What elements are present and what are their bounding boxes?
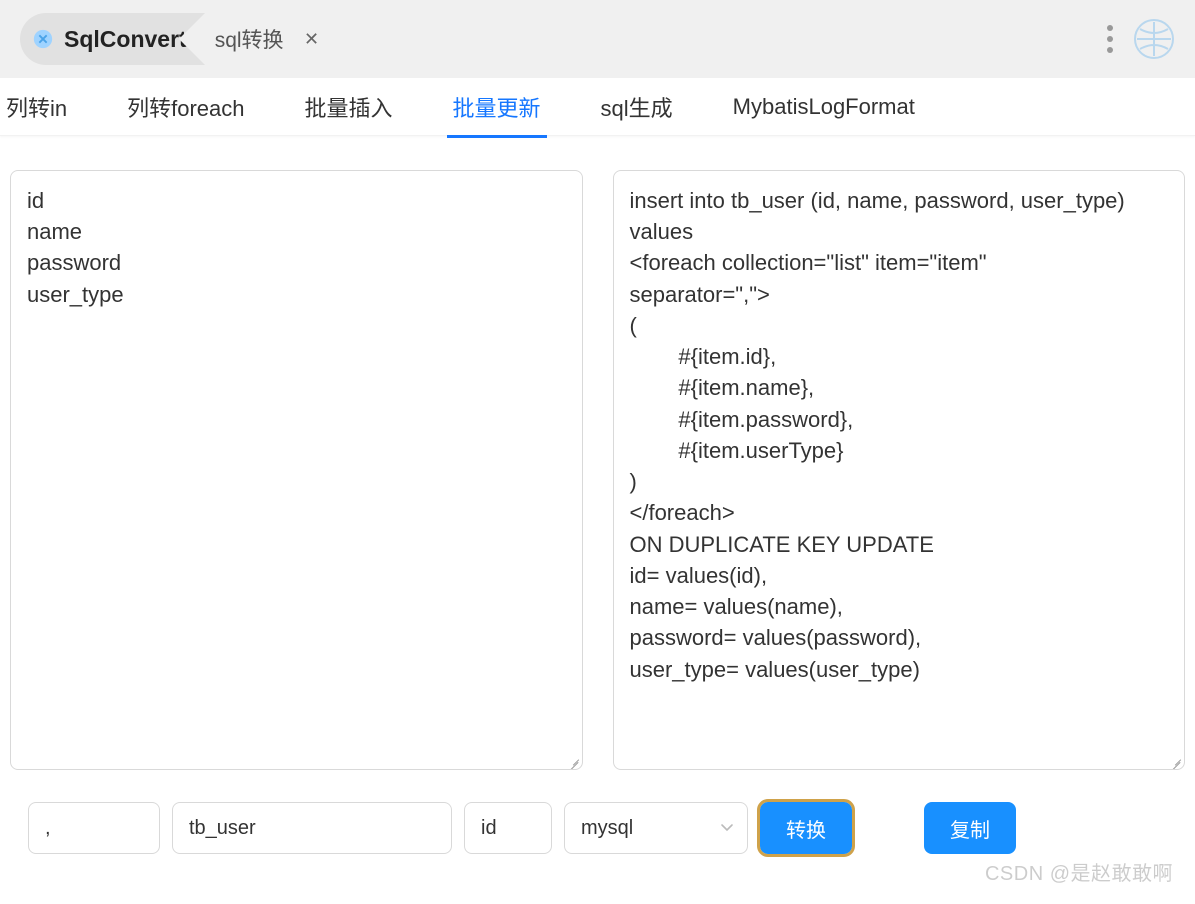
output-panel[interactable]: insert into tb_user (id, name, password,… xyxy=(613,170,1186,770)
content-area: id name password user_type insert into t… xyxy=(0,136,1195,790)
header-bar: SqlConvert sql转换 ✕ xyxy=(0,0,1195,78)
app-name: SqlConvert xyxy=(64,26,187,53)
tab-label: sql转换 xyxy=(215,24,284,54)
id-column-input[interactable] xyxy=(464,802,552,854)
close-icon[interactable]: ✕ xyxy=(298,25,326,53)
tab-col-to-foreach[interactable]: 列转foreach xyxy=(121,77,250,137)
convert-button[interactable]: 转换 xyxy=(760,802,852,854)
controls-bar: 转换 复制 xyxy=(0,790,1195,874)
tab-col-to-in[interactable]: 列转in xyxy=(0,77,73,137)
input-panel[interactable]: id name password user_type xyxy=(10,170,583,770)
app-icon xyxy=(32,28,54,50)
tab-sql-generate[interactable]: sql生成 xyxy=(595,77,679,137)
tab-batch-insert[interactable]: 批量插入 xyxy=(299,77,399,137)
app-tab-chip[interactable]: SqlConvert xyxy=(20,13,205,65)
kebab-menu-icon[interactable] xyxy=(1101,19,1119,59)
globe-icon[interactable] xyxy=(1133,18,1175,60)
tab-batch-update[interactable]: 批量更新 xyxy=(447,77,547,137)
separator-input[interactable] xyxy=(28,802,160,854)
db-select[interactable] xyxy=(564,802,748,854)
tab-mybatis-log-format[interactable]: MybatisLogFormat xyxy=(727,80,921,134)
tab-chip-right: sql转换 ✕ xyxy=(205,13,344,65)
copy-button[interactable]: 复制 xyxy=(924,802,1016,854)
table-name-input[interactable] xyxy=(172,802,452,854)
db-select-value[interactable] xyxy=(564,802,748,854)
nav-tabs: 列转in 列转foreach 批量插入 批量更新 sql生成 MybatisLo… xyxy=(0,78,1195,136)
